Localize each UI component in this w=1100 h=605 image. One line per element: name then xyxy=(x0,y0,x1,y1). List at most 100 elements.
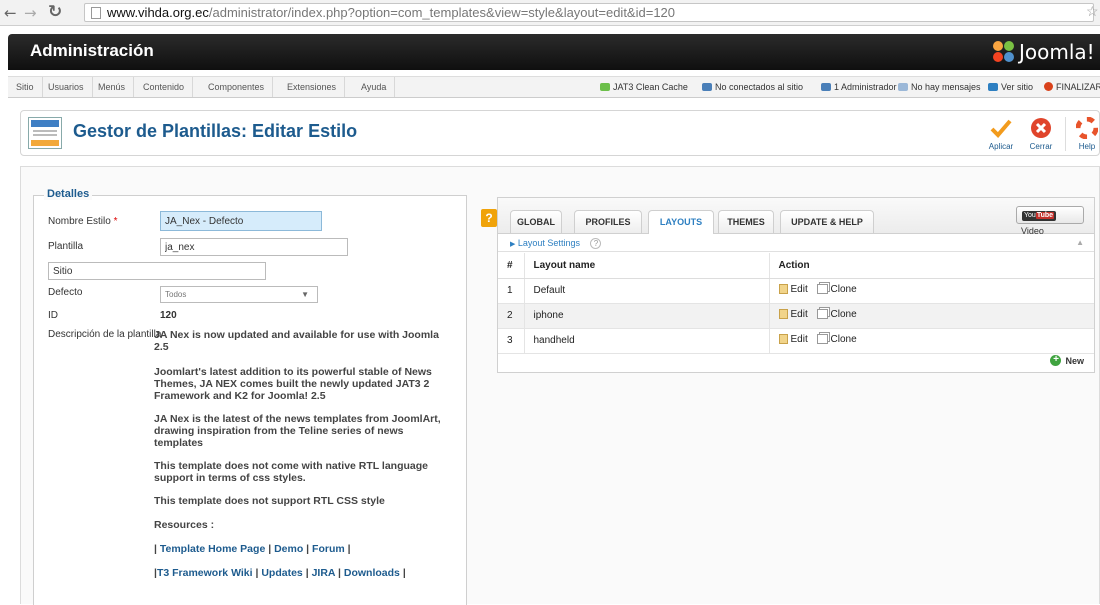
style-name-input[interactable] xyxy=(160,211,322,231)
admin-icon xyxy=(821,83,831,91)
jira-link[interactable]: JIRA xyxy=(312,567,336,579)
layout-settings-header[interactable]: ▶ Layout Settings ? ▲ xyxy=(498,234,1094,252)
description-paragraph: Joomlart's latest addition to its powerf… xyxy=(154,366,432,402)
youtube-icon: YouTube xyxy=(1022,211,1057,221)
main-menu: Sitio Usuarios Menús Contenido Component… xyxy=(8,76,1100,98)
plus-icon: + xyxy=(1050,355,1062,366)
table-row: 2 iphone Edit Clone xyxy=(498,303,1094,329)
caret-right-icon: ▶ xyxy=(510,241,516,248)
updates-link[interactable]: Updates xyxy=(261,567,302,579)
main-content: Detalles Nombre Estilo * Plantilla Defec… xyxy=(20,166,1100,605)
url-path: /administrator/index.php?option=com_temp… xyxy=(208,5,676,20)
layout-name: handheld xyxy=(524,328,770,354)
admin-title: Administración xyxy=(30,41,154,60)
edit-icon xyxy=(778,334,788,345)
tab-update-help[interactable]: UPDATE & HELP xyxy=(780,210,874,233)
row-number: 1 xyxy=(498,278,525,304)
view-site-link[interactable]: Ver sitio xyxy=(988,77,1033,97)
edit-button[interactable]: Edit xyxy=(778,309,808,320)
logout-link[interactable]: FINALIZAR xyxy=(1044,77,1100,97)
clone-button[interactable]: Clone xyxy=(816,309,857,320)
edit-icon xyxy=(778,309,788,320)
messages-status[interactable]: No hay mensajes xyxy=(898,77,981,97)
back-icon[interactable]: ← xyxy=(4,4,17,22)
table-row: 1 Default Edit Clone xyxy=(498,278,1094,304)
joomla-mark-icon xyxy=(993,41,1015,63)
logout-icon xyxy=(1044,82,1053,91)
description-paragraph: Resources : xyxy=(154,519,215,531)
menu-item-menus[interactable]: Menús xyxy=(90,77,135,97)
edit-button[interactable]: Edit xyxy=(778,334,808,345)
tab-bar: GLOBAL PROFILES LAYOUTS THEMES UPDATE & … xyxy=(498,198,1094,236)
downloads-link[interactable]: Downloads xyxy=(344,567,400,579)
close-icon xyxy=(1031,118,1051,138)
menu-item-contenido[interactable]: Contenido xyxy=(135,77,194,97)
description-paragraph: This template does not come with native … xyxy=(154,460,429,484)
ja-t3-panel: GLOBAL PROFILES LAYOUTS THEMES UPDATE & … xyxy=(497,197,1095,373)
t3-wiki-link[interactable]: T3 Framework Wiki xyxy=(157,567,253,579)
users-icon xyxy=(702,83,712,91)
row-actions: Edit Clone xyxy=(769,303,1094,329)
template-home-link[interactable]: Template Home Page xyxy=(160,543,265,555)
help-circle-icon[interactable]: ? xyxy=(590,238,602,249)
cache-icon xyxy=(600,83,610,91)
id-label: ID xyxy=(48,310,58,321)
row-actions: Edit Clone xyxy=(769,278,1094,304)
id-value: 120 xyxy=(160,310,177,321)
reload-icon[interactable]: ↻ xyxy=(48,2,62,22)
joomla-logo: Joomla! xyxy=(993,38,1095,66)
edit-icon xyxy=(778,284,788,295)
table-header-row: # Layout name Action xyxy=(498,253,1094,279)
style-name-label: Nombre Estilo * xyxy=(48,216,118,227)
lifebuoy-icon xyxy=(1076,117,1098,139)
template-input[interactable] xyxy=(160,238,348,256)
close-button[interactable]: Cerrar xyxy=(1021,115,1061,153)
tab-layouts[interactable]: LAYOUTS xyxy=(648,210,714,234)
row-number: 2 xyxy=(498,303,525,329)
column-header: # xyxy=(498,253,525,279)
edit-button[interactable]: Edit xyxy=(778,284,808,295)
menu-item-extensiones[interactable]: Extensiones xyxy=(279,77,346,97)
clone-icon xyxy=(816,284,828,295)
table-row: 3 handheld Edit Clone xyxy=(498,328,1094,354)
tab-themes[interactable]: THEMES xyxy=(718,210,774,233)
new-layout-button[interactable]: + New xyxy=(1050,355,1084,366)
description-paragraph: This template does not support RTL CSS s… xyxy=(154,495,385,507)
details-fieldset: Detalles Nombre Estilo * Plantilla Defec… xyxy=(33,188,467,605)
details-legend: Detalles xyxy=(44,188,93,200)
page-toolbar: Gestor de Plantillas: Editar Estilo Apli… xyxy=(20,110,1100,156)
description-label: Descripción de la plantilla xyxy=(48,329,162,340)
menu-item-sitio[interactable]: Sitio xyxy=(8,77,43,97)
monitor-icon xyxy=(988,83,998,91)
tab-profiles[interactable]: PROFILES xyxy=(574,210,642,233)
address-bar[interactable]: www.vihda.org.ec/administrator/index.php… xyxy=(84,3,1094,22)
video-button[interactable]: YouTube Video xyxy=(1016,206,1084,236)
forum-link[interactable]: Forum xyxy=(312,543,345,555)
menu-item-usuarios[interactable]: Usuarios xyxy=(40,77,93,97)
menu-item-componentes[interactable]: Componentes xyxy=(200,77,274,97)
clean-cache-link[interactable]: JAT3 Clean Cache xyxy=(600,77,688,97)
template-label: Plantilla xyxy=(48,241,84,252)
admin-header: Administración Joomla! xyxy=(8,34,1100,70)
default-select[interactable]: Todos ▼ xyxy=(160,286,318,303)
not-connected-status: No conectados al sitio xyxy=(702,77,803,97)
site-input[interactable] xyxy=(48,262,266,280)
admins-status: 1 Administrador xyxy=(821,77,897,97)
chevron-down-icon: ▼ xyxy=(301,290,309,299)
collapse-icon[interactable]: ▲ xyxy=(1076,234,1084,252)
bookmark-star-icon[interactable]: ☆ xyxy=(1086,3,1099,20)
help-button[interactable]: Help xyxy=(1067,115,1100,153)
page-icon xyxy=(91,7,101,19)
clone-icon xyxy=(816,309,828,320)
browser-toolbar: ← → ↻ www.vihda.org.ec/administrator/ind… xyxy=(0,0,1100,26)
forward-icon[interactable]: → xyxy=(24,4,37,22)
template-manager-icon xyxy=(28,117,62,149)
demo-link[interactable]: Demo xyxy=(274,543,303,555)
help-question-icon[interactable]: ? xyxy=(481,209,497,227)
clone-button[interactable]: Clone xyxy=(816,284,857,295)
tab-global[interactable]: GLOBAL xyxy=(510,210,562,233)
apply-button[interactable]: Aplicar xyxy=(981,115,1021,153)
clone-button[interactable]: Clone xyxy=(816,334,857,345)
layouts-table: # Layout name Action 1 Default Edit Clon… xyxy=(498,253,1094,354)
menu-item-ayuda[interactable]: Ayuda xyxy=(353,77,396,97)
